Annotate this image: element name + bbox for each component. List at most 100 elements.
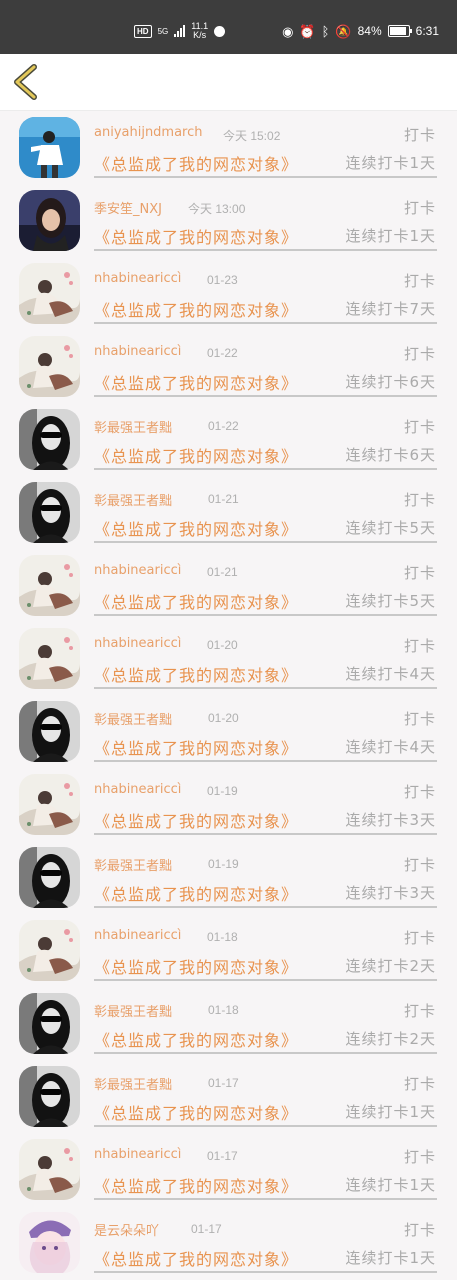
user-name[interactable]: nhabineariccì xyxy=(94,563,181,578)
checkin-label: 打卡 xyxy=(403,564,436,582)
checkin-label: 打卡 xyxy=(403,345,436,363)
book-title[interactable]: 《总监成了我的网恋对象》 xyxy=(94,516,298,540)
checkin-row[interactable]: 彰最强王者黜 01-22 打卡 《总监成了我的网恋对象》 连续打卡6天 xyxy=(0,402,457,475)
checkin-row[interactable]: 季安笙_NXJ 今天 13:00 打卡 《总监成了我的网恋对象》 连续打卡1天 xyxy=(0,183,457,256)
book-title[interactable]: 《总监成了我的网恋对象》 xyxy=(94,954,298,978)
user-name[interactable]: 彰最强王者黜 xyxy=(94,490,172,509)
avatar[interactable] xyxy=(19,774,80,835)
user-name[interactable]: nhabineariccì xyxy=(94,344,181,359)
avatar[interactable] xyxy=(19,263,80,324)
streak-text: 连续打卡4天 xyxy=(345,665,436,683)
book-title[interactable]: 《总监成了我的网恋对象》 xyxy=(94,443,298,467)
battery-icon xyxy=(387,25,412,37)
checkin-row[interactable]: aniyahijndmarch 今天 15:02 打卡 《总监成了我的网恋对象》 连续打… xyxy=(0,110,457,183)
user-name[interactable]: 彰最强王者黜 xyxy=(94,1074,172,1093)
checkin-label: 打卡 xyxy=(403,126,436,144)
checkin-row[interactable]: nhabineariccì 01-17 打卡 《总监成了我的网恋对象》 连续打卡1天 xyxy=(0,1132,457,1205)
user-name[interactable]: nhabineariccì xyxy=(94,1147,181,1162)
checkin-label: 打卡 xyxy=(403,637,436,655)
user-name[interactable]: nhabineariccì xyxy=(94,782,181,797)
checkin-row[interactable]: 彰最强王者黜 01-20 打卡 《总监成了我的网恋对象》 连续打卡4天 xyxy=(0,694,457,767)
book-title[interactable]: 《总监成了我的网恋对象》 xyxy=(94,589,298,613)
checkin-label: 打卡 xyxy=(403,199,436,217)
checkin-row[interactable]: nhabineariccì 01-23 打卡 《总监成了我的网恋对象》 连续打卡7天 xyxy=(0,256,457,329)
book-title[interactable]: 《总监成了我的网恋对象》 xyxy=(94,881,298,905)
user-name[interactable]: nhabineariccì xyxy=(94,928,181,943)
nav-bar xyxy=(0,54,457,111)
checkin-time: 01-17 xyxy=(191,1222,222,1236)
book-title[interactable]: 《总监成了我的网恋对象》 xyxy=(94,151,298,175)
checkin-row[interactable]: nhabineariccì 01-19 打卡 《总监成了我的网恋对象》 连续打卡3天 xyxy=(0,767,457,840)
avatar[interactable] xyxy=(19,482,80,543)
status-bar-left: HD 5G 11.1 K/s xyxy=(134,22,226,40)
checkin-time: 01-18 xyxy=(207,930,238,944)
checkin-row[interactable]: 彰最强王者黜 01-17 打卡 《总监成了我的网恋对象》 连续打卡1天 xyxy=(0,1059,457,1132)
avatar[interactable] xyxy=(19,1212,80,1273)
globe-icon xyxy=(214,25,226,37)
book-title[interactable]: 《总监成了我的网恋对象》 xyxy=(94,735,298,759)
checkin-row[interactable]: nhabineariccì 01-18 打卡 《总监成了我的网恋对象》 连续打卡2天 xyxy=(0,913,457,986)
avatar[interactable] xyxy=(19,336,80,397)
avatar[interactable] xyxy=(19,847,80,908)
avatar[interactable] xyxy=(19,555,80,616)
checkin-row[interactable]: 彰最强王者黜 01-21 打卡 《总监成了我的网恋对象》 连续打卡5天 xyxy=(0,475,457,548)
streak-text: 连续打卡5天 xyxy=(345,519,436,537)
checkin-label: 打卡 xyxy=(403,783,436,801)
user-name[interactable]: nhabineariccì xyxy=(94,636,181,651)
user-name[interactable]: 彰最强王者黜 xyxy=(94,417,172,436)
user-name[interactable]: 是云朵朵吖 xyxy=(94,1220,159,1239)
bluetooth-icon: ᛒ xyxy=(321,23,330,39)
row-divider xyxy=(94,176,437,178)
streak-text: 连续打卡1天 xyxy=(345,227,436,245)
book-title[interactable]: 《总监成了我的网恋对象》 xyxy=(94,297,298,321)
checkin-row[interactable]: nhabineariccì 01-20 打卡 《总监成了我的网恋对象》 连续打卡4天 xyxy=(0,621,457,694)
checkin-time: 01-18 xyxy=(208,1003,239,1017)
book-title[interactable]: 《总监成了我的网恋对象》 xyxy=(94,1100,298,1124)
row-divider xyxy=(94,468,437,470)
checkin-row[interactable]: nhabineariccì 01-21 打卡 《总监成了我的网恋对象》 连续打卡5天 xyxy=(0,548,457,621)
checkin-row[interactable]: 彰最强王者黜 01-19 打卡 《总监成了我的网恋对象》 连续打卡3天 xyxy=(0,840,457,913)
user-name[interactable]: 彰最强王者黜 xyxy=(94,709,172,728)
book-title[interactable]: 《总监成了我的网恋对象》 xyxy=(94,808,298,832)
checkin-label: 打卡 xyxy=(403,1075,436,1093)
checkin-label: 打卡 xyxy=(403,418,436,436)
avatar[interactable] xyxy=(19,117,80,178)
checkin-row[interactable]: 是云朵朵吖 01-17 打卡 《总监成了我的网恋对象》 连续打卡1天 xyxy=(0,1205,457,1278)
book-title[interactable]: 《总监成了我的网恋对象》 xyxy=(94,1173,298,1197)
row-divider xyxy=(94,1125,437,1127)
book-title[interactable]: 《总监成了我的网恋对象》 xyxy=(94,370,298,394)
book-title[interactable]: 《总监成了我的网恋对象》 xyxy=(94,224,298,248)
row-divider xyxy=(94,687,437,689)
avatar[interactable] xyxy=(19,993,80,1054)
signal-icon xyxy=(174,25,186,37)
row-divider xyxy=(94,1052,437,1054)
row-divider xyxy=(94,906,437,908)
checkin-list: aniyahijndmarch 今天 15:02 打卡 《总监成了我的网恋对象》 连续打… xyxy=(0,110,457,1278)
checkin-time: 01-20 xyxy=(208,711,239,725)
row-divider xyxy=(94,760,437,762)
avatar[interactable] xyxy=(19,920,80,981)
user-name[interactable]: 彰最强王者黜 xyxy=(94,1001,172,1020)
avatar[interactable] xyxy=(19,190,80,251)
back-button[interactable] xyxy=(8,64,42,100)
user-name[interactable]: 季安笙_NXJ xyxy=(94,198,162,217)
book-title[interactable]: 《总监成了我的网恋对象》 xyxy=(94,1246,298,1270)
avatar[interactable] xyxy=(19,1066,80,1127)
checkin-label: 打卡 xyxy=(403,1002,436,1020)
checkin-label: 打卡 xyxy=(403,272,436,290)
book-title[interactable]: 《总监成了我的网恋对象》 xyxy=(94,662,298,686)
book-title[interactable]: 《总监成了我的网恋对象》 xyxy=(94,1027,298,1051)
checkin-row[interactable]: 彰最强王者黜 01-18 打卡 《总监成了我的网恋对象》 连续打卡2天 xyxy=(0,986,457,1059)
row-divider xyxy=(94,833,437,835)
streak-text: 连续打卡6天 xyxy=(345,373,436,391)
user-name[interactable]: aniyahijndmarch xyxy=(94,125,203,140)
user-name[interactable]: 彰最强王者黜 xyxy=(94,855,172,874)
row-divider xyxy=(94,614,437,616)
avatar[interactable] xyxy=(19,409,80,470)
checkin-row[interactable]: nhabineariccì 01-22 打卡 《总监成了我的网恋对象》 连续打卡6天 xyxy=(0,329,457,402)
avatar[interactable] xyxy=(19,628,80,689)
avatar[interactable] xyxy=(19,1139,80,1200)
user-name[interactable]: nhabineariccì xyxy=(94,271,181,286)
streak-text: 连续打卡6天 xyxy=(345,446,436,464)
avatar[interactable] xyxy=(19,701,80,762)
